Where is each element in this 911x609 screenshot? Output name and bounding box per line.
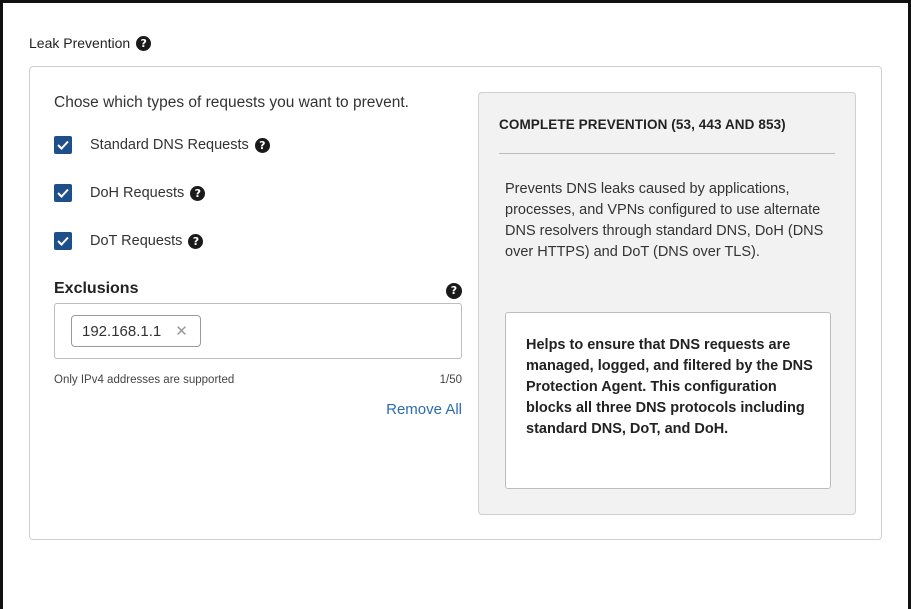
- dot-checkbox[interactable]: [54, 232, 72, 250]
- prevention-info-panel: COMPLETE PREVENTION (53, 443 AND 853) Pr…: [478, 92, 856, 515]
- standard-dns-checkbox[interactable]: [54, 136, 72, 154]
- checkmark-icon: [57, 236, 69, 246]
- exclusions-help[interactable]: ?: [446, 281, 462, 299]
- option-doh[interactable]: DoH Requests ?: [54, 184, 206, 202]
- section-title-text: Leak Prevention: [29, 35, 131, 51]
- option-standard-dns[interactable]: Standard DNS Requests ?: [54, 136, 270, 154]
- option-dot[interactable]: DoT Requests ?: [54, 232, 204, 250]
- exclusions-label: Exclusions: [54, 280, 139, 297]
- standard-dns-label: Standard DNS Requests: [90, 137, 249, 153]
- info-highlight-box: Helps to ensure that DNS requests are ma…: [505, 312, 831, 489]
- help-circle-icon[interactable]: ?: [254, 137, 270, 153]
- remove-all-link[interactable]: Remove All: [340, 401, 462, 418]
- checkmark-icon: [57, 140, 69, 150]
- info-title: COMPLETE PREVENTION (53, 443 AND 853): [499, 117, 786, 132]
- exclusion-chip-label: 192.168.1.1: [82, 322, 162, 340]
- options-prompt: Chose which types of requests you want t…: [54, 94, 409, 111]
- exclusions-input[interactable]: 192.168.1.1 ✕: [54, 303, 462, 359]
- close-icon[interactable]: ✕: [175, 322, 188, 340]
- exclusion-chip: 192.168.1.1 ✕: [71, 315, 201, 347]
- info-highlight-text: Helps to ensure that DNS requests are ma…: [526, 337, 813, 437]
- info-divider: [499, 153, 835, 154]
- help-circle-icon[interactable]: ?: [136, 35, 152, 51]
- checkmark-icon: [57, 188, 69, 198]
- info-description: Prevents DNS leaks caused by application…: [505, 181, 824, 260]
- dot-label: DoT Requests: [90, 233, 183, 249]
- section-title: Leak Prevention ?: [29, 35, 152, 51]
- exclusions-hint: Only IPv4 addresses are supported: [54, 374, 235, 386]
- help-circle-icon[interactable]: ?: [190, 185, 206, 201]
- doh-label: DoH Requests: [90, 185, 185, 201]
- exclusions-counter: 1/50: [439, 374, 462, 386]
- help-circle-icon[interactable]: ?: [188, 233, 204, 249]
- doh-checkbox[interactable]: [54, 184, 72, 202]
- help-circle-icon[interactable]: ?: [446, 282, 462, 299]
